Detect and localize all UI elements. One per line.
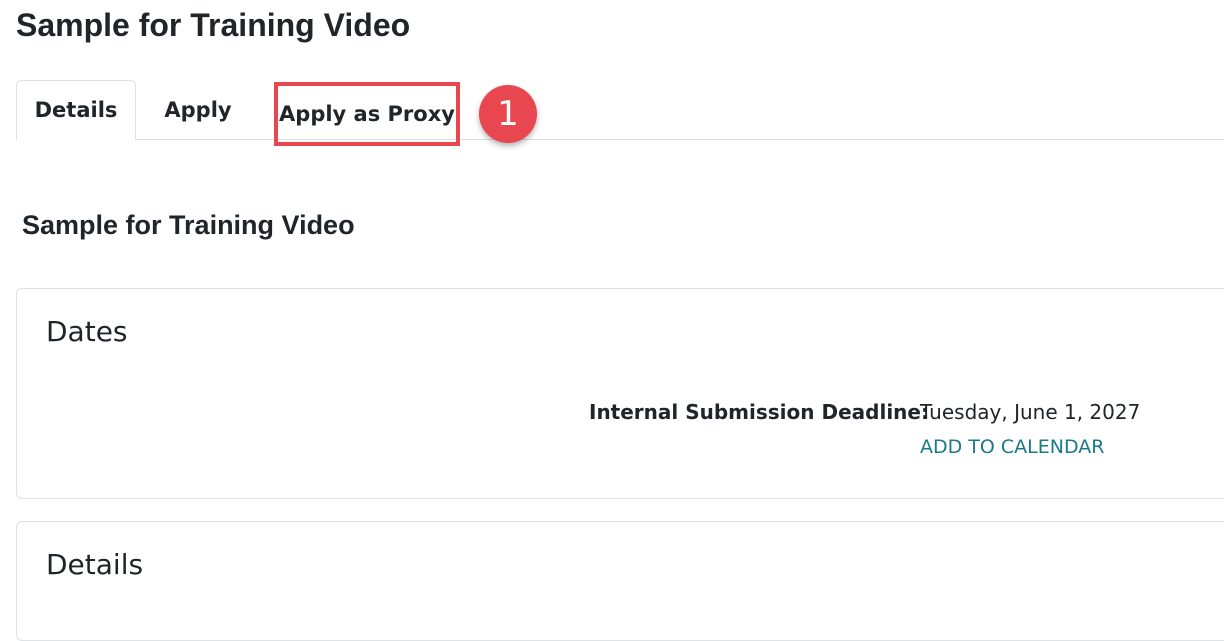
- page-title: Sample for Training Video: [16, 7, 411, 43]
- section-title: Sample for Training Video: [22, 210, 355, 240]
- deadline-value: Tuesday, June 1, 2027: [920, 400, 1141, 424]
- dates-card: Dates Internal Submission Deadline: Tues…: [16, 288, 1224, 499]
- tab-apply[interactable]: Apply: [136, 80, 260, 139]
- deadline-label: Internal Submission Deadline:: [589, 400, 929, 424]
- add-to-calendar-link[interactable]: ADD TO CALENDAR: [920, 436, 1104, 458]
- tab-apply-as-proxy[interactable]: Apply as Proxy: [274, 82, 460, 146]
- dates-heading: Dates: [46, 315, 128, 348]
- details-card: Details: [16, 521, 1224, 641]
- details-heading: Details: [46, 548, 144, 581]
- callout-number-badge: 1: [479, 85, 537, 143]
- tab-details[interactable]: Details: [16, 80, 136, 140]
- tab-bar: Details Apply Apply as Proxy: [16, 80, 1224, 146]
